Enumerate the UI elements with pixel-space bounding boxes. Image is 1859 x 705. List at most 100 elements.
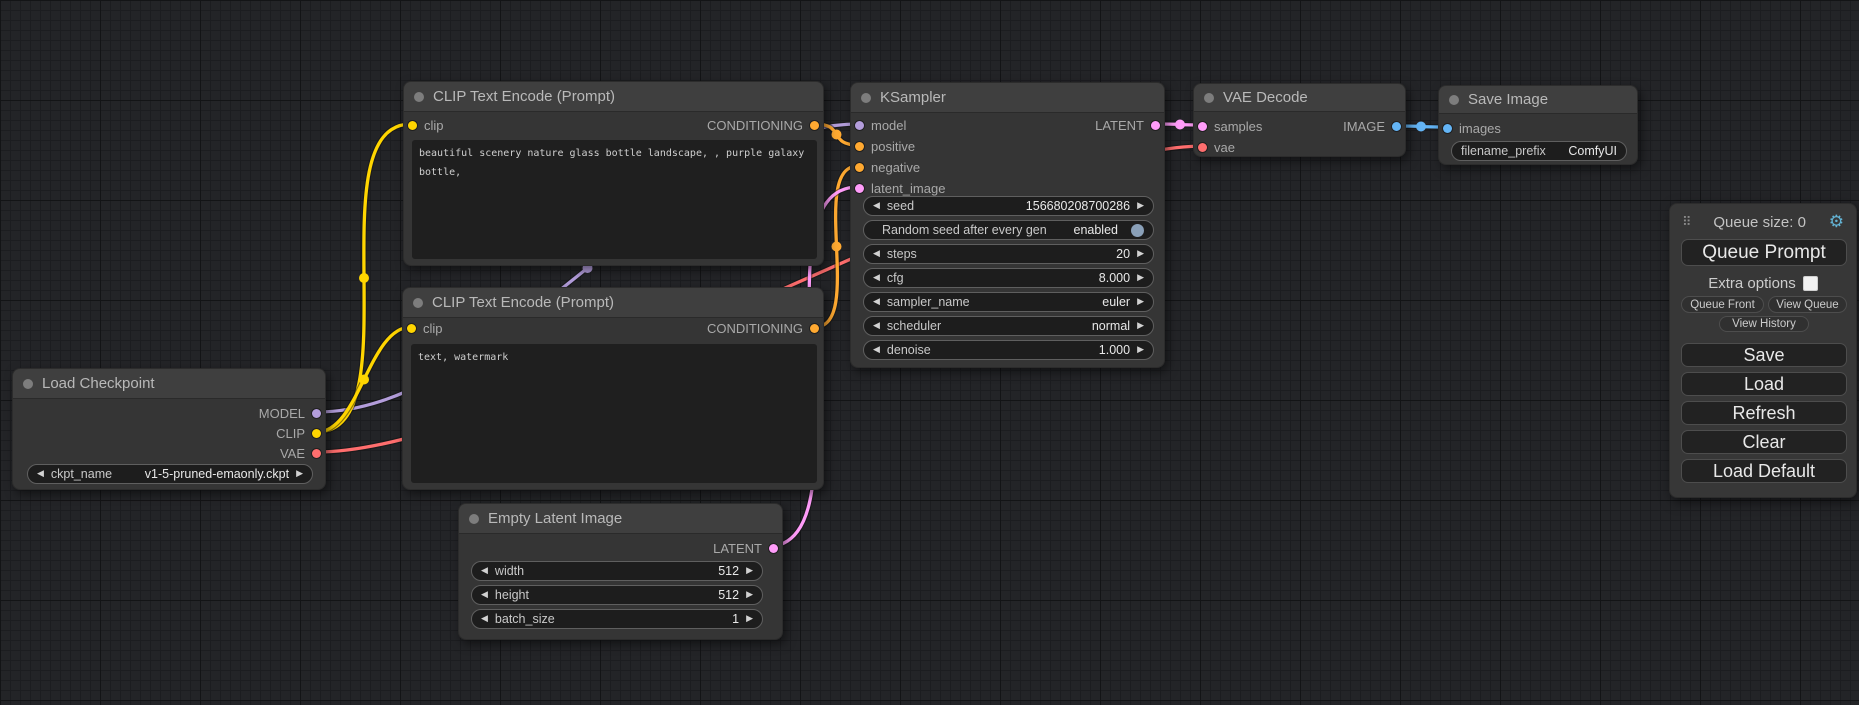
increment-arrow-icon[interactable]: ▶: [1137, 298, 1144, 307]
decrement-arrow-icon[interactable]: ◀: [873, 202, 880, 211]
image-port-icon[interactable]: [1443, 124, 1452, 133]
view-history-button[interactable]: View History: [1719, 316, 1809, 332]
toggle-enabled-icon[interactable]: [1131, 224, 1144, 237]
conditioning-port-icon[interactable]: [810, 324, 819, 333]
save-button[interactable]: Save: [1681, 343, 1847, 367]
node-titlebar[interactable]: Save Image: [1439, 86, 1637, 114]
clip-port-icon[interactable]: [408, 121, 417, 130]
batch-size-widget[interactable]: ◀ batch_size 1 ▶: [471, 609, 763, 629]
input-port-vae[interactable]: vae: [1198, 138, 1235, 156]
input-port-clip[interactable]: clip: [408, 116, 444, 134]
load-button[interactable]: Load: [1681, 372, 1847, 396]
node-ksampler[interactable]: KSampler model positive negative latent_…: [850, 82, 1165, 368]
extra-options-checkbox[interactable]: [1803, 276, 1818, 291]
height-widget[interactable]: ◀ height 512 ▶: [471, 585, 763, 605]
model-port-icon[interactable]: [855, 121, 864, 130]
positive-prompt-textarea[interactable]: beautiful scenery nature glass bottle la…: [412, 140, 817, 259]
filename-prefix-widget[interactable]: filename_prefix ComfyUI: [1451, 141, 1627, 161]
link-midpoint-dot[interactable]: [1416, 122, 1426, 132]
node-titlebar[interactable]: CLIP Text Encode (Prompt): [404, 82, 823, 112]
drag-handle-icon[interactable]: ⠿: [1682, 215, 1691, 230]
output-port-vae[interactable]: VAE: [280, 444, 321, 462]
input-port-samples[interactable]: samples: [1198, 117, 1262, 135]
output-port-image[interactable]: IMAGE: [1343, 117, 1401, 135]
increment-arrow-icon[interactable]: ▶: [746, 567, 753, 576]
node-vae-decode[interactable]: VAE Decode samples vae IMAGE: [1193, 83, 1406, 157]
queue-front-button[interactable]: Queue Front: [1681, 296, 1764, 313]
collapse-dot-icon[interactable]: [413, 298, 423, 308]
gear-icon[interactable]: ⚙: [1829, 214, 1844, 231]
seed-widget[interactable]: ◀ seed 156680208700286 ▶: [863, 196, 1154, 216]
link-midpoint-dot[interactable]: [359, 375, 369, 385]
vae-port-icon[interactable]: [1198, 143, 1207, 152]
decrement-arrow-icon[interactable]: ◀: [873, 274, 880, 283]
link-midpoint-dot[interactable]: [1175, 120, 1185, 130]
increment-arrow-icon[interactable]: ▶: [1137, 250, 1144, 259]
cfg-widget[interactable]: ◀ cfg 8.000 ▶: [863, 268, 1154, 288]
output-port-model[interactable]: MODEL: [259, 404, 321, 422]
queue-prompt-button[interactable]: Queue Prompt: [1681, 239, 1847, 266]
clip-port-icon[interactable]: [407, 324, 416, 333]
latent-port-icon[interactable]: [1151, 121, 1160, 130]
link-midpoint-dot[interactable]: [832, 242, 842, 252]
output-port-conditioning[interactable]: CONDITIONING: [707, 319, 819, 337]
node-titlebar[interactable]: VAE Decode: [1194, 84, 1405, 112]
conditioning-port-icon[interactable]: [810, 121, 819, 130]
node-graph-canvas[interactable]: Load Checkpoint MODEL CLIP VAE ◀ ckpt_na…: [0, 0, 1859, 705]
queue-panel[interactable]: ⠿ Queue size: 0 ⚙ Queue Prompt Extra opt…: [1669, 203, 1857, 498]
width-widget[interactable]: ◀ width 512 ▶: [471, 561, 763, 581]
increment-arrow-icon[interactable]: ▶: [1137, 322, 1144, 331]
output-port-clip[interactable]: CLIP: [276, 424, 321, 442]
decrement-arrow-icon[interactable]: ◀: [873, 298, 880, 307]
input-port-positive[interactable]: positive: [855, 137, 915, 155]
node-titlebar[interactable]: KSampler: [851, 83, 1164, 113]
conditioning-port-icon[interactable]: [855, 142, 864, 151]
increment-arrow-icon[interactable]: ▶: [296, 470, 303, 479]
collapse-dot-icon[interactable]: [861, 93, 871, 103]
output-port-latent[interactable]: LATENT: [713, 539, 778, 557]
node-titlebar[interactable]: CLIP Text Encode (Prompt): [403, 288, 823, 318]
conditioning-port-icon[interactable]: [855, 163, 864, 172]
node-empty-latent-image[interactable]: Empty Latent Image LATENT ◀ width 512 ▶ …: [458, 503, 783, 640]
decrement-arrow-icon[interactable]: ◀: [481, 591, 488, 600]
increment-arrow-icon[interactable]: ▶: [1137, 274, 1144, 283]
view-queue-button[interactable]: View Queue: [1768, 296, 1847, 313]
node-titlebar[interactable]: Load Checkpoint: [13, 369, 325, 399]
collapse-dot-icon[interactable]: [414, 92, 424, 102]
decrement-arrow-icon[interactable]: ◀: [873, 346, 880, 355]
vae-port-icon[interactable]: [312, 449, 321, 458]
input-port-model[interactable]: model: [855, 116, 906, 134]
input-port-negative[interactable]: negative: [855, 158, 920, 176]
image-port-icon[interactable]: [1392, 122, 1401, 131]
collapse-dot-icon[interactable]: [1204, 93, 1214, 103]
decrement-arrow-icon[interactable]: ◀: [481, 567, 488, 576]
node-clip-text-encode-negative[interactable]: CLIP Text Encode (Prompt) clip CONDITION…: [402, 287, 824, 490]
decrement-arrow-icon[interactable]: ◀: [37, 470, 44, 479]
link-midpoint-dot[interactable]: [832, 130, 842, 140]
decrement-arrow-icon[interactable]: ◀: [873, 250, 880, 259]
collapse-dot-icon[interactable]: [1449, 95, 1459, 105]
increment-arrow-icon[interactable]: ▶: [1137, 346, 1144, 355]
negative-prompt-textarea[interactable]: text, watermark: [411, 344, 817, 483]
input-port-images[interactable]: images: [1443, 119, 1501, 137]
random-seed-toggle-widget[interactable]: Random seed after every gen enabled: [863, 220, 1154, 240]
decrement-arrow-icon[interactable]: ◀: [873, 322, 880, 331]
node-clip-text-encode-positive[interactable]: CLIP Text Encode (Prompt) clip CONDITION…: [403, 81, 824, 266]
model-port-icon[interactable]: [312, 409, 321, 418]
collapse-dot-icon[interactable]: [469, 514, 479, 524]
sampler-name-widget[interactable]: ◀ sampler_name euler ▶: [863, 292, 1154, 312]
node-load-checkpoint[interactable]: Load Checkpoint MODEL CLIP VAE ◀ ckpt_na…: [12, 368, 326, 490]
link-midpoint-dot[interactable]: [359, 273, 369, 283]
latent-port-icon[interactable]: [1198, 122, 1207, 131]
node-save-image[interactable]: Save Image images filename_prefix ComfyU…: [1438, 85, 1638, 165]
steps-widget[interactable]: ◀ steps 20 ▶: [863, 244, 1154, 264]
latent-port-icon[interactable]: [855, 184, 864, 193]
node-titlebar[interactable]: Empty Latent Image: [459, 504, 782, 534]
clip-port-icon[interactable]: [312, 429, 321, 438]
input-port-latent-image[interactable]: latent_image: [855, 179, 945, 197]
output-port-latent[interactable]: LATENT: [1095, 116, 1160, 134]
increment-arrow-icon[interactable]: ▶: [1137, 202, 1144, 211]
output-port-conditioning[interactable]: CONDITIONING: [707, 116, 819, 134]
refresh-button[interactable]: Refresh: [1681, 401, 1847, 425]
input-port-clip[interactable]: clip: [407, 319, 443, 337]
